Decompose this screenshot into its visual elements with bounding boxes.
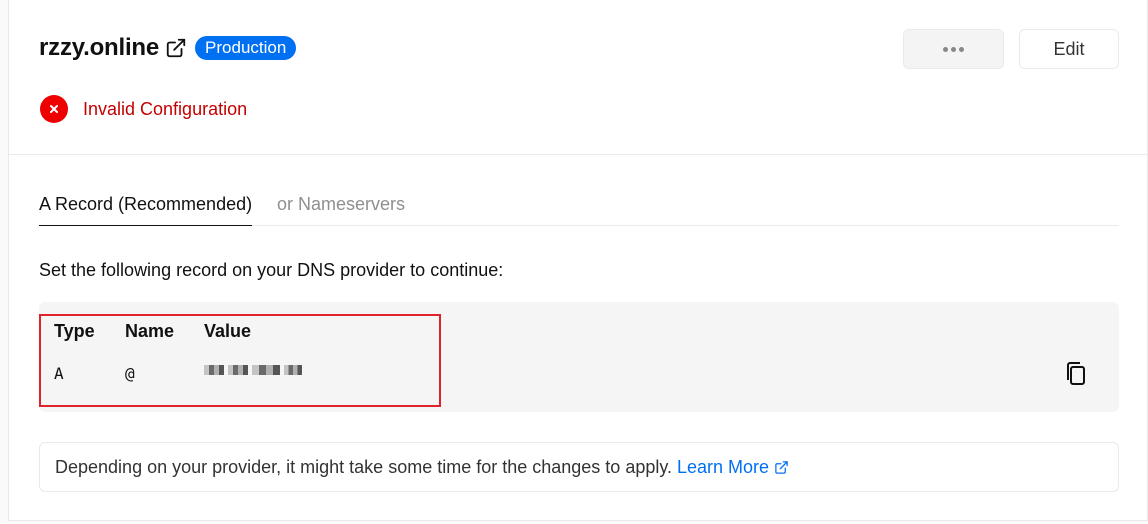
domain-title-row: rzzy.online Production [39,33,297,63]
error-icon [40,95,68,123]
more-options-button[interactable] [903,29,1004,69]
environment-badge: Production [195,36,297,60]
column-header-value: Value [204,321,252,341]
external-link-icon [775,460,788,474]
instructions-text: Set the following record on your DNS pro… [39,260,504,280]
domain-header: rzzy.online Production Invalid Configura… [9,0,1147,155]
record-tabs: A Record (Recommended) or Nameservers [39,186,1119,226]
record-value-redacted [204,365,302,375]
dns-record-box: Type Name Value A @ [39,302,1119,412]
learn-more-link[interactable]: Learn More [677,457,789,478]
domain-name[interactable]: rzzy.online [39,34,159,62]
record-name: @ [125,364,135,383]
external-link-icon[interactable] [165,37,187,59]
domain-card: rzzy.online Production Invalid Configura… [8,0,1148,521]
tab-a-record[interactable]: A Record (Recommended) [39,194,253,226]
status-text: Invalid Configuration [83,98,248,119]
column-header-type: Type [54,321,95,341]
learn-more-label: Learn More [677,456,770,477]
copy-icon[interactable] [1064,361,1088,387]
ellipsis-icon [943,46,964,52]
record-type: A [54,364,64,383]
propagation-note: Depending on your provider, it might tak… [39,442,1119,492]
column-header-name: Name [125,321,175,341]
edit-button[interactable]: Edit [1019,29,1119,69]
status-row: Invalid Configuration [40,95,247,123]
note-text: Depending on your provider, it might tak… [55,456,673,477]
tab-nameservers[interactable]: or Nameservers [277,194,405,226]
